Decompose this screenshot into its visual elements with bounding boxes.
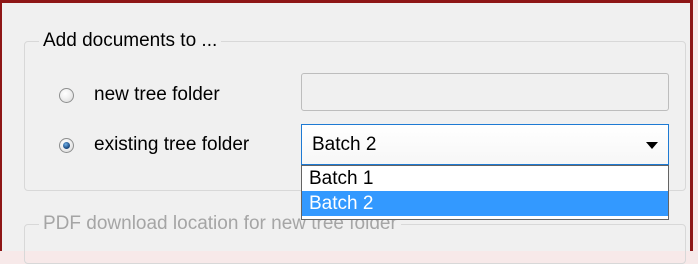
tree-folder-dropdown-list: Batch 1 Batch 2	[301, 165, 669, 220]
pdf-download-groupbox: PDF download location for new tree folde…	[24, 213, 686, 264]
add-documents-group-title: Add documents to ...	[39, 30, 222, 52]
existing-tree-folder-radio[interactable]	[59, 137, 74, 153]
dropdown-option-batch-2[interactable]: Batch 2	[302, 191, 668, 216]
new-tree-folder-option[interactable]: new tree folder	[59, 84, 220, 106]
existing-tree-folder-label[interactable]: existing tree folder	[94, 134, 249, 156]
dialog-window: Add documents to ... new tree folder exi…	[0, 0, 693, 264]
new-tree-folder-radio[interactable]	[59, 87, 74, 103]
existing-tree-folder-option[interactable]: existing tree folder	[59, 134, 249, 156]
dropdown-option-batch-1[interactable]: Batch 1	[302, 166, 668, 191]
new-tree-folder-label[interactable]: new tree folder	[94, 84, 220, 106]
new-tree-folder-input	[301, 73, 669, 111]
tree-folder-combobox[interactable]: Batch 2	[301, 124, 669, 165]
combobox-selected-value: Batch 2	[312, 133, 377, 155]
chevron-down-icon[interactable]	[646, 142, 658, 149]
